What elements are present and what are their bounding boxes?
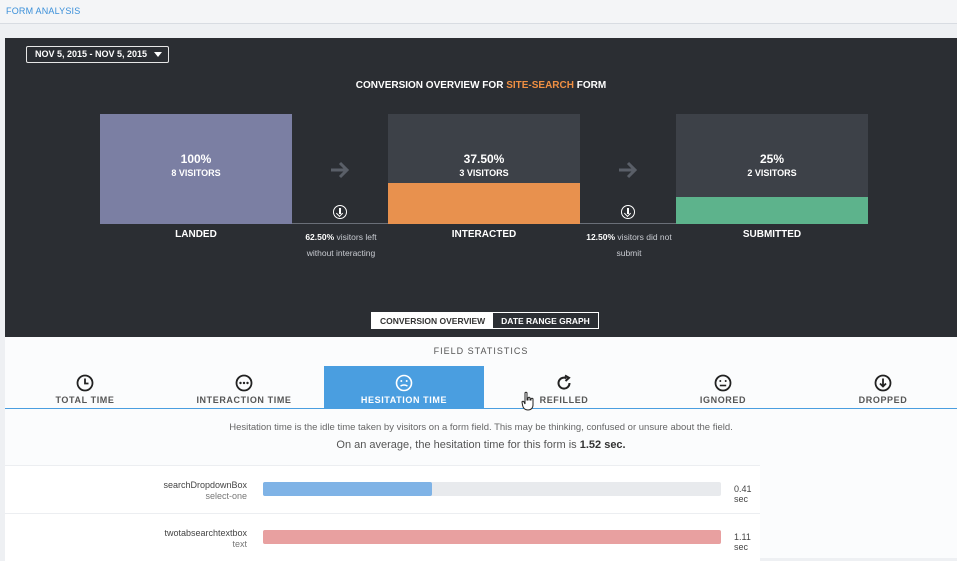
drop-down-circle-icon [333,205,347,219]
stage-label-landed: LANDED [175,229,217,240]
dropoff-text: visitors left [334,232,377,242]
dropoff-text: submit [616,248,642,258]
conversion-overview-toggle[interactable]: CONVERSION OVERVIEW [372,313,494,328]
dropoff-text: visitors did not [615,232,672,242]
field-name: searchDropdownBox [163,480,247,490]
tab-label: DROPPED [858,395,908,405]
stage-visitors: 2 VISITORS [747,168,797,178]
tab-label: HESITATION TIME [360,395,448,405]
stage-visitors: 8 VISITORS [171,168,221,178]
field-value: 1.11 sec [734,532,751,552]
funnel-connector [580,223,676,224]
field-value: 0.41 sec [734,484,752,504]
field-type: text [232,539,247,549]
stage-interacted-box: 37.50% 3 VISITORS [388,114,580,224]
stage-label-submitted: SUBMITTED [742,229,802,240]
field-statistics-title: FIELD STATISTICS [433,346,529,356]
caret-down-icon [154,52,162,57]
tab-hesitation-time[interactable]: HESITATION TIME [324,366,484,409]
dropoff-percent: 12.50% [586,232,616,242]
date-range-graph-toggle[interactable]: DATE RANGE GRAPH [493,313,598,328]
tab-dropped[interactable]: DROPPED [803,366,957,409]
bar-track [263,530,721,544]
field-type: select-one [205,491,247,501]
arrow-right-icon [331,161,350,179]
funnel-connector [292,223,388,224]
overview-title-prefix: CONVERSION OVERVIEW FOR [355,80,507,91]
tab-interaction-time[interactable]: INTERACTION TIME [164,366,324,409]
average-summary: On an average, the hesitation time for t… [5,439,957,451]
stage-landed-box: 100% 8 VISITORS [100,114,292,224]
stage-percent: 100% [180,152,212,166]
tab-label: REFILLED [539,395,589,405]
average-prefix: On an average, the hesitation time for t… [336,439,580,451]
date-range-label: NOV 5, 2015 - NOV 5, 2015 [35,49,148,59]
dots-face-icon [235,374,253,392]
dropoff-note-1: 62.50% visitors left without interacting [286,229,396,261]
dropoff-percent: 62.50% [305,232,335,242]
conversion-overview-panel: NOV 5, 2015 - NOV 5, 2015 CONVERSION OVE… [5,38,957,337]
neutral-face-icon [395,374,413,392]
field-name: twotabsearchtextbox [164,528,247,538]
field-stats-tabs: TOTAL TIME INTERACTION TIME HESITATION T… [5,366,957,409]
overview-title-suffix: FORM [573,80,607,91]
date-range-dropdown[interactable]: NOV 5, 2015 - NOV 5, 2015 [26,46,169,63]
form-name: SITE-SEARCH [506,80,574,91]
tab-label: TOTAL TIME [55,395,115,405]
stage-submitted-box: 25% 2 VISITORS [676,114,868,224]
top-bar: FORM ANALYSIS [0,0,957,24]
arrow-right-icon [619,161,638,179]
metric-description: Hesitation time is the idle time taken b… [229,422,733,433]
hesitation-bar [263,482,433,496]
stage-percent: 37.50% [463,152,505,166]
dropoff-note-2: 12.50% visitors did not submit [574,229,684,261]
field-statistics-panel: FIELD STATISTICS TOTAL TIME INTERACTION … [5,337,957,561]
refresh-icon [557,374,571,390]
down-circle-icon [874,374,892,392]
tab-refilled[interactable]: REFILLED [484,366,644,409]
ignored-face-icon [714,374,732,392]
hand-cursor-icon [521,391,534,411]
view-toggle: CONVERSION OVERVIEW DATE RANGE GRAPH [371,312,599,329]
tab-total-time[interactable]: TOTAL TIME [5,366,165,409]
clock-icon [76,374,94,392]
hesitation-bar [263,530,721,544]
tab-label: IGNORED [699,395,747,405]
average-value: 1.52 sec. [579,439,626,451]
overview-title: CONVERSION OVERVIEW FOR SITE-SEARCH FORM [5,80,957,91]
table-row: twotabsearchtextbox text 1.11 sec [5,513,760,561]
stage-percent: 25% [759,152,785,166]
stage-label-interacted: INTERACTED [451,229,517,240]
tab-ignored[interactable]: IGNORED [643,366,803,409]
stage-visitors: 3 VISITORS [459,168,509,178]
stage-fill [676,196,868,224]
table-row: searchDropdownBox select-one 0.41 sec [5,465,760,513]
bar-track [263,482,721,496]
stage-fill [388,182,580,224]
drop-down-circle-icon [621,205,635,219]
page-title: FORM ANALYSIS [6,6,81,16]
dropoff-text: without interacting [306,248,376,258]
tab-label: INTERACTION TIME [196,395,292,405]
